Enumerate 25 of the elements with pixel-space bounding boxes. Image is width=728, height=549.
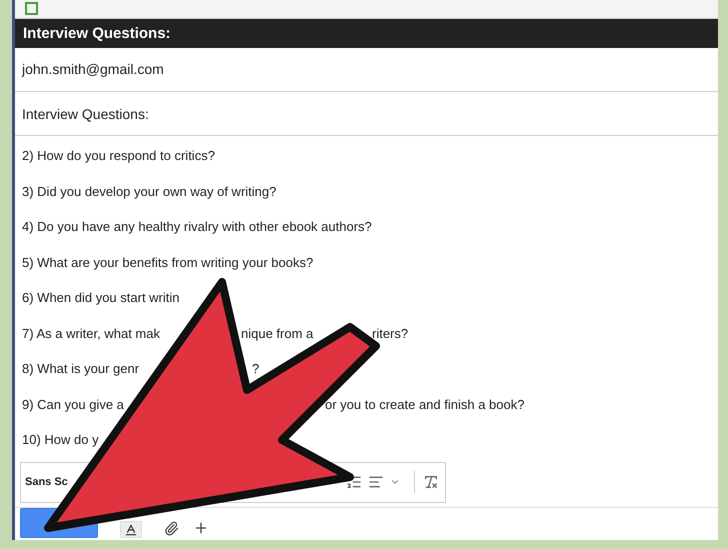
font-selector[interactable]: Sans Sc — [25, 476, 68, 488]
body-text: nique from a — [241, 326, 314, 341]
body-text: 3) Did you develop your own way of writing? — [22, 184, 278, 199]
plus-icon[interactable] — [193, 520, 209, 536]
body-text: 2) How do you respond to critics? — [22, 148, 216, 164]
body-text: 10) How do y — [22, 432, 100, 448]
window-title: Interview Questions: — [15, 18, 718, 48]
body-text: ? — [252, 361, 260, 376]
favicon-icon — [25, 2, 38, 16]
paperclip-icon[interactable] — [164, 521, 179, 536]
clear-formatting-icon[interactable] — [422, 474, 439, 490]
body-text: or you to create and finish a book? — [325, 396, 526, 412]
body-text: riters? — [372, 326, 410, 341]
body-text: 9) Can you give a — [22, 396, 125, 412]
body-text: 4) Do you have any healthy rivalry with other ebook authors? — [22, 219, 373, 234]
body-text: 6) When did you start writin — [22, 290, 181, 306]
list-icon[interactable] — [346, 474, 362, 490]
text-color-icon — [124, 522, 138, 536]
subject-field[interactable]: Interview Questions: — [15, 92, 718, 136]
body-text: 5) What are your benefits from writing your books? — [22, 254, 314, 270]
align-icon[interactable] — [368, 474, 384, 490]
body-text: 8) What is your genr — [22, 361, 140, 376]
text-format-button[interactable] — [120, 521, 142, 538]
recipient-field[interactable]: john.smith@gmail.com — [15, 48, 718, 92]
body-text: 7) As a writer, what mak — [22, 326, 161, 341]
